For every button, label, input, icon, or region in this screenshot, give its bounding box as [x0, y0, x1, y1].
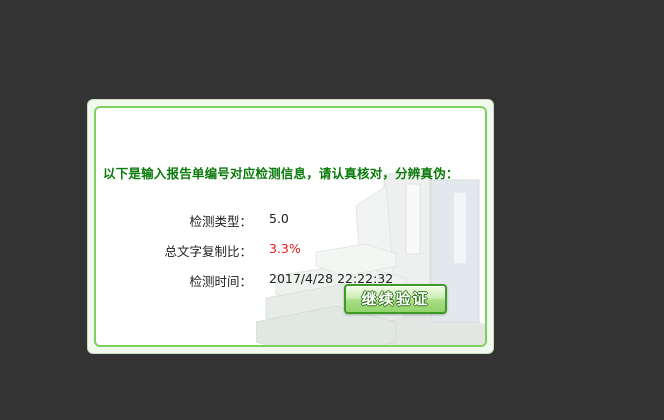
copy-ratio-value: 3.3%: [269, 241, 301, 256]
detection-time-label: 检测时间：: [189, 274, 252, 289]
copy-ratio-label: 总文字复制比：: [164, 244, 252, 259]
copy-ratio-row: 总文字复制比： 3.3%: [96, 241, 476, 259]
detection-type-value: 5.0: [269, 211, 289, 226]
continue-verification-button[interactable]: 继续验证: [344, 284, 447, 314]
dialog-frame: 以下是输入报告单编号对应检测信息，请认真核对，分辨真伪： 检测类型： 5.0 总…: [94, 106, 487, 347]
detection-type-label: 检测类型：: [189, 214, 252, 229]
verification-instructions: 以下是输入报告单编号对应检测信息，请认真核对，分辨真伪：: [103, 166, 459, 181]
detection-type-row: 检测类型： 5.0: [96, 211, 476, 229]
verification-dialog: 以下是输入报告单编号对应检测信息，请认真核对，分辨真伪： 检测类型： 5.0 总…: [87, 99, 494, 354]
